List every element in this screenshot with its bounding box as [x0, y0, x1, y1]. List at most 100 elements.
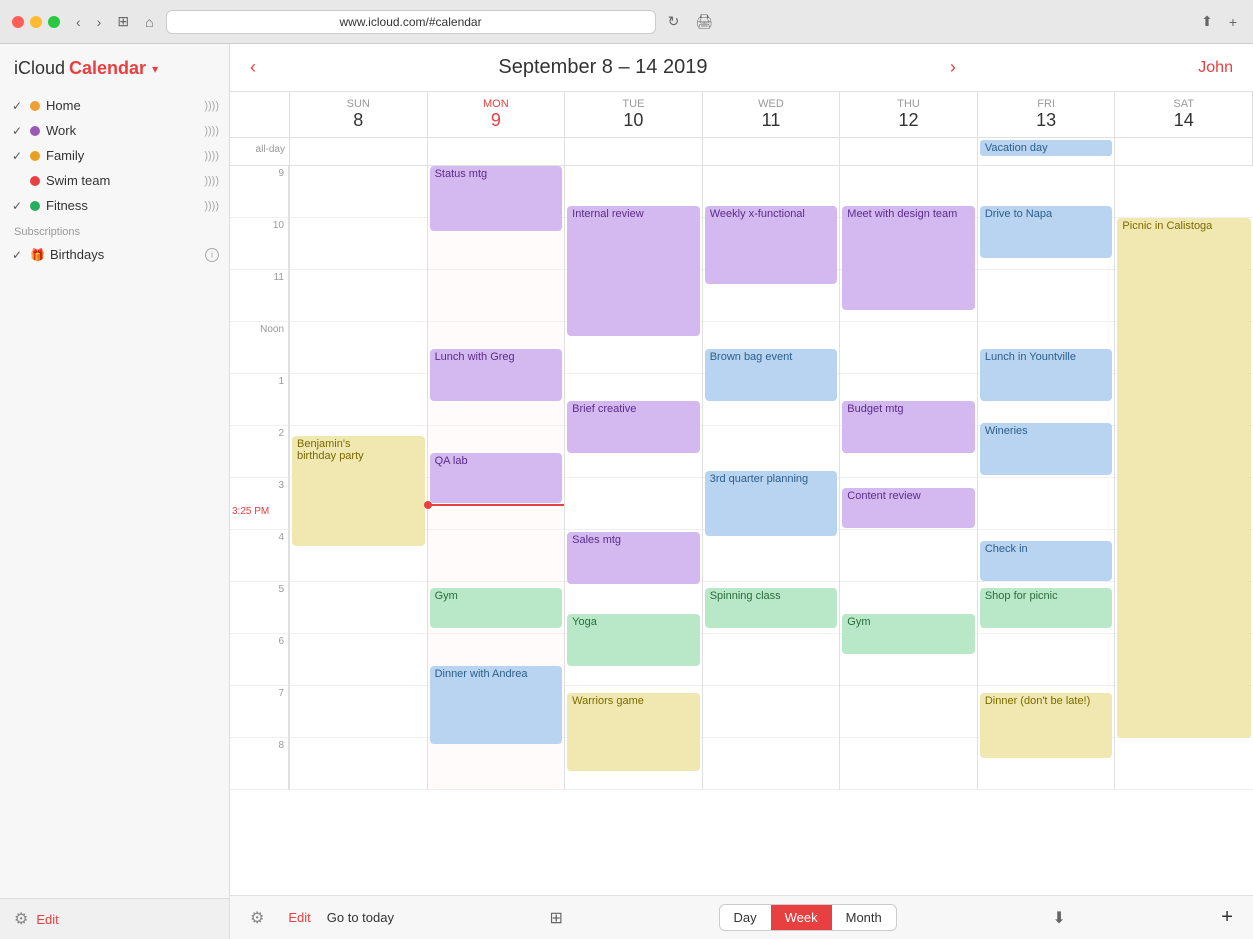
event-dinner-late[interactable]: Dinner (don't be late!) — [980, 693, 1113, 758]
next-week-button[interactable]: › — [950, 57, 956, 78]
day-col-sat: Picnic in Calistoga — [1115, 166, 1253, 790]
week-grid: Sun 8 Mon 9 Tue 10 Wed 11 — [230, 92, 1253, 895]
current-time-line — [428, 504, 565, 506]
week-view-button[interactable]: Week — [771, 905, 832, 930]
minimize-button[interactable] — [30, 16, 42, 28]
edit-calendars-button[interactable]: Edit — [288, 910, 310, 925]
sidebar-item-work[interactable]: ✓ Work )))) — [0, 118, 229, 143]
event-wineries[interactable]: Wineries — [980, 423, 1113, 475]
calendar-header: ‹ September 8 – 14 2019 › John — [230, 44, 1253, 92]
share-icon: )))) — [204, 200, 219, 212]
event-weekly-xfunc[interactable]: Weekly x-functional — [705, 206, 838, 284]
day-header-tue: Tue 10 — [565, 92, 703, 137]
new-tab-button[interactable]: + — [1225, 12, 1241, 32]
calendar-label: Calendar — [69, 58, 146, 79]
event-benjamin-birthday[interactable]: Benjamin'sbirthday party — [292, 436, 425, 546]
close-button[interactable] — [12, 16, 24, 28]
sidebar-item-home[interactable]: ✓ Home )))) — [0, 93, 229, 118]
settings-icon[interactable]: ⚙ — [250, 908, 264, 928]
event-title: Spinning class — [710, 590, 781, 602]
scroll-area[interactable]: 9 10 11 Noon 1 2 3 3:25 PM 4 5 — [230, 166, 1253, 895]
event-lunch-greg[interactable]: Lunch with Greg — [430, 349, 563, 401]
forward-button[interactable]: › — [93, 12, 106, 32]
sidebar-item-label: Fitness — [46, 198, 198, 213]
event-dinner-andrea[interactable]: Dinner with Andrea — [430, 666, 563, 744]
event-internal-review[interactable]: Internal review — [567, 206, 700, 336]
event-gym-mon[interactable]: Gym — [430, 588, 563, 628]
sidebar-item-swimteam[interactable]: ✓ Swim team )))) — [0, 168, 229, 193]
sidebar-footer: ⚙ Edit — [0, 898, 229, 939]
sidebar-item-family[interactable]: ✓ Family )))) — [0, 143, 229, 168]
day-name: Mon — [432, 98, 561, 110]
event-lunch-yountville[interactable]: Lunch in Yountville — [980, 349, 1113, 401]
time-label: 8 — [278, 740, 284, 751]
share-icon: )))) — [204, 125, 219, 137]
sidebar-toggle[interactable]: ⊞ — [113, 11, 133, 32]
event-title: Dinner with Andrea — [435, 668, 528, 680]
event-brown-bag[interactable]: Brown bag event — [705, 349, 838, 401]
share-button[interactable]: ⬆ — [1197, 11, 1217, 32]
address-bar[interactable]: www.icloud.com/#calendar — [166, 10, 656, 34]
vacation-day-event[interactable]: Vacation day — [980, 140, 1113, 156]
event-spinning[interactable]: Spinning class — [705, 588, 838, 628]
sidebar-item-label: Work — [46, 123, 198, 138]
day-number: 10 — [569, 110, 698, 131]
event-shop-picnic[interactable]: Shop for picnic — [980, 588, 1113, 628]
event-drive-napa[interactable]: Drive to Napa — [980, 206, 1113, 258]
event-3rd-quarter[interactable]: 3rd quarter planning — [705, 471, 838, 536]
home-button[interactable]: ⌂ — [141, 12, 157, 32]
sidebar-item-label: Home — [46, 98, 198, 113]
goto-today-button[interactable]: Go to today — [327, 910, 394, 925]
bottom-toolbar: ⚙ Edit Go to today ⊞ Day Week Month ⬇ + — [230, 895, 1253, 939]
traffic-lights — [12, 16, 60, 28]
event-sales-mtg[interactable]: Sales mtg — [567, 532, 700, 584]
day-name: Tue — [569, 98, 698, 110]
event-check-in[interactable]: Check in — [980, 541, 1113, 581]
event-title: Gym — [847, 616, 870, 628]
event-title: Drive to Napa — [985, 208, 1052, 220]
event-budget-mtg[interactable]: Budget mtg — [842, 401, 975, 453]
add-event-button[interactable]: + — [1221, 906, 1233, 929]
event-status-mtg[interactable]: Status mtg — [430, 166, 563, 231]
reload-button[interactable]: ↻ — [664, 11, 684, 32]
sidebar-item-label: Family — [46, 148, 198, 163]
sidebar-item-fitness[interactable]: ✓ Fitness )))) — [0, 193, 229, 218]
event-title: Weekly x-functional — [710, 208, 805, 220]
event-gym-thu[interactable]: Gym — [842, 614, 975, 654]
event-picnic-calistoga[interactable]: Picnic in Calistoga — [1117, 218, 1251, 738]
time-label: 11 — [274, 272, 284, 283]
maximize-button[interactable] — [48, 16, 60, 28]
check-icon: ✓ — [10, 149, 24, 163]
event-yoga[interactable]: Yoga — [567, 614, 700, 666]
day-view-button[interactable]: Day — [720, 905, 771, 930]
event-qa-lab[interactable]: QA lab — [430, 453, 563, 503]
back-button[interactable]: ‹ — [72, 12, 85, 32]
gear-icon[interactable]: ⚙ — [14, 909, 28, 929]
event-meet-design[interactable]: Meet with design team — [842, 206, 975, 310]
day-number: 13 — [982, 110, 1111, 131]
download-icon[interactable]: ⬇ — [1052, 908, 1065, 928]
allday-row: all-day Vacation day — [230, 138, 1253, 166]
time-label: 5 — [278, 584, 284, 595]
grid-view-icon[interactable]: ⊞ — [550, 908, 563, 928]
day-col-fri: Drive to Napa Lunch in Yountville Wineri… — [978, 166, 1116, 790]
event-title: Budget mtg — [847, 403, 903, 415]
day-header-mon: Mon 9 — [428, 92, 566, 137]
event-warriors-game[interactable]: Warriors game — [567, 693, 700, 771]
allday-cell-sun — [290, 138, 428, 165]
event-title: Content review — [847, 490, 920, 502]
print-button[interactable]: 🖨 — [691, 11, 717, 32]
month-view-button[interactable]: Month — [832, 905, 896, 930]
day-number: 14 — [1119, 110, 1248, 131]
sidebar-item-birthdays[interactable]: ✓ 🎁 Birthdays i — [0, 242, 229, 267]
check-icon: ✓ — [10, 174, 24, 188]
calendar-main: ‹ September 8 – 14 2019 › John Sun 8 Mon… — [230, 44, 1253, 939]
event-brief-creative[interactable]: Brief creative — [567, 401, 700, 453]
prev-week-button[interactable]: ‹ — [250, 57, 256, 78]
info-icon[interactable]: i — [205, 248, 219, 262]
edit-button[interactable]: Edit — [36, 912, 58, 927]
event-content-review[interactable]: Content review — [842, 488, 975, 528]
event-title: Check in — [985, 543, 1028, 555]
time-label: 1 — [278, 376, 284, 387]
dropdown-arrow-icon[interactable]: ▾ — [152, 62, 158, 76]
